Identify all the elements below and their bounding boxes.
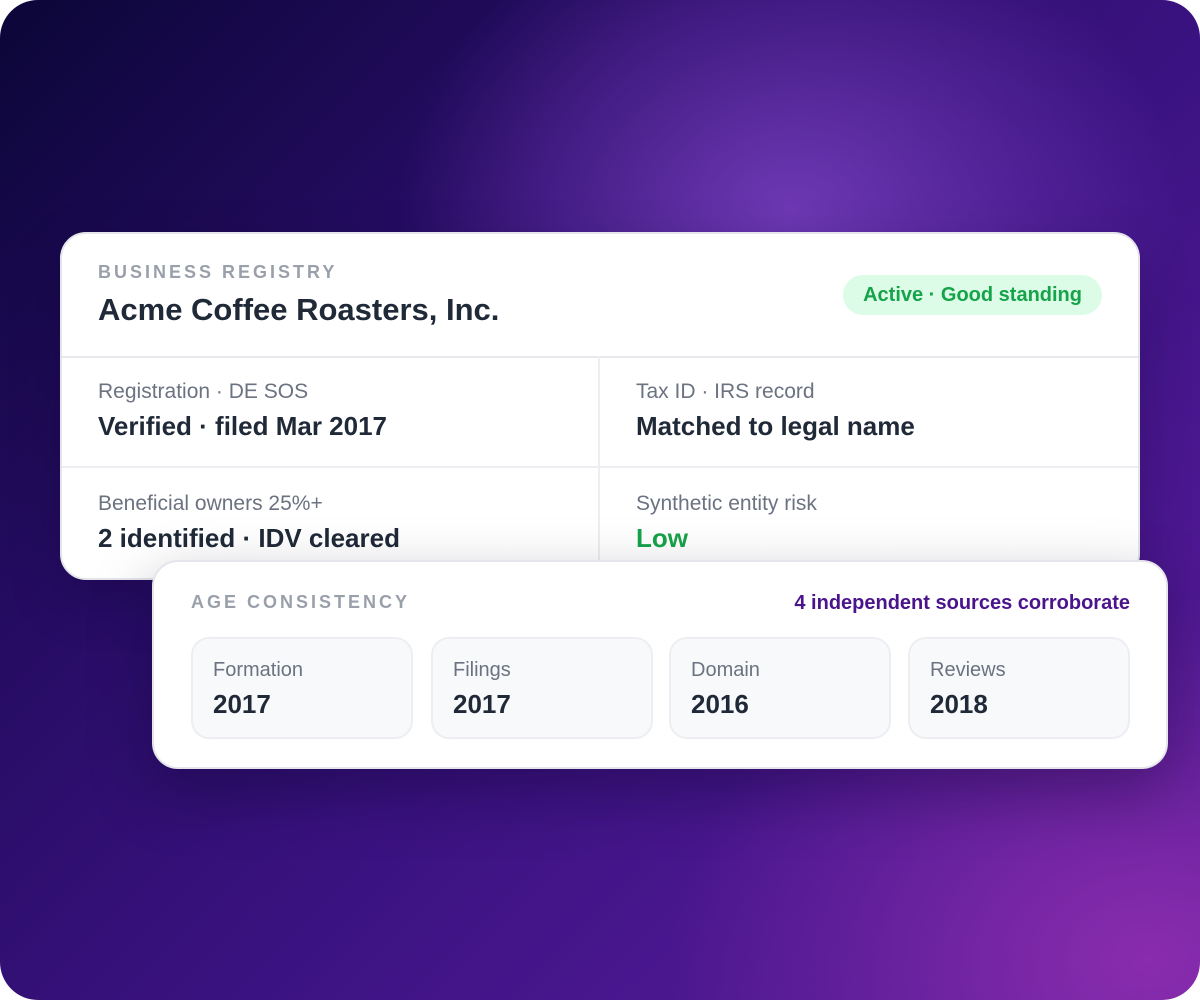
age-consistency-card: AGE CONSISTENCY 4 independent sources co… bbox=[152, 560, 1168, 769]
field-value: Verified · filed Mar 2017 bbox=[98, 411, 388, 441]
field-label: Registration · DE SOS bbox=[98, 380, 309, 403]
source-year: 2017 bbox=[453, 689, 511, 719]
risk-level-value: Low bbox=[636, 523, 688, 553]
source-year: 2017 bbox=[213, 689, 271, 719]
field-label: Synthetic entity risk bbox=[636, 492, 817, 515]
company-name: Acme Coffee Roasters, Inc. bbox=[98, 292, 500, 327]
registration-field: Registration · DE SOS Verified · filed M… bbox=[62, 356, 600, 468]
field-value: 2 identified · IDV cleared bbox=[98, 523, 400, 553]
source-year: 2018 bbox=[930, 689, 988, 719]
background-canvas: BUSINESS REGISTRY Acme Coffee Roasters, … bbox=[0, 0, 1200, 1000]
source-label: Formation bbox=[213, 659, 304, 681]
field-label: Tax ID · IRS record bbox=[636, 380, 815, 403]
field-value: Matched to legal name bbox=[636, 411, 915, 441]
status-badge: Active · Good standing bbox=[843, 275, 1102, 315]
registry-eyebrow: BUSINESS REGISTRY bbox=[98, 262, 338, 282]
source-tile-formation: Formation 2017 bbox=[191, 637, 413, 739]
source-label: Reviews bbox=[930, 659, 1006, 681]
business-registry-card: BUSINESS REGISTRY Acme Coffee Roasters, … bbox=[60, 232, 1140, 580]
source-tile-reviews: Reviews 2018 bbox=[908, 637, 1130, 739]
field-label: Beneficial owners 25%+ bbox=[98, 492, 323, 515]
corroboration-summary: 4 independent sources corroborate bbox=[794, 592, 1130, 614]
tax-id-field: Tax ID · IRS record Matched to legal nam… bbox=[600, 356, 1138, 468]
source-label: Domain bbox=[691, 659, 760, 681]
source-tile-filings: Filings 2017 bbox=[431, 637, 653, 739]
age-consistency-eyebrow: AGE CONSISTENCY bbox=[191, 592, 411, 612]
source-label: Filings bbox=[453, 659, 511, 681]
source-year: 2016 bbox=[691, 689, 749, 719]
source-tile-domain: Domain 2016 bbox=[669, 637, 891, 739]
registry-header: BUSINESS REGISTRY Acme Coffee Roasters, … bbox=[62, 234, 1138, 358]
